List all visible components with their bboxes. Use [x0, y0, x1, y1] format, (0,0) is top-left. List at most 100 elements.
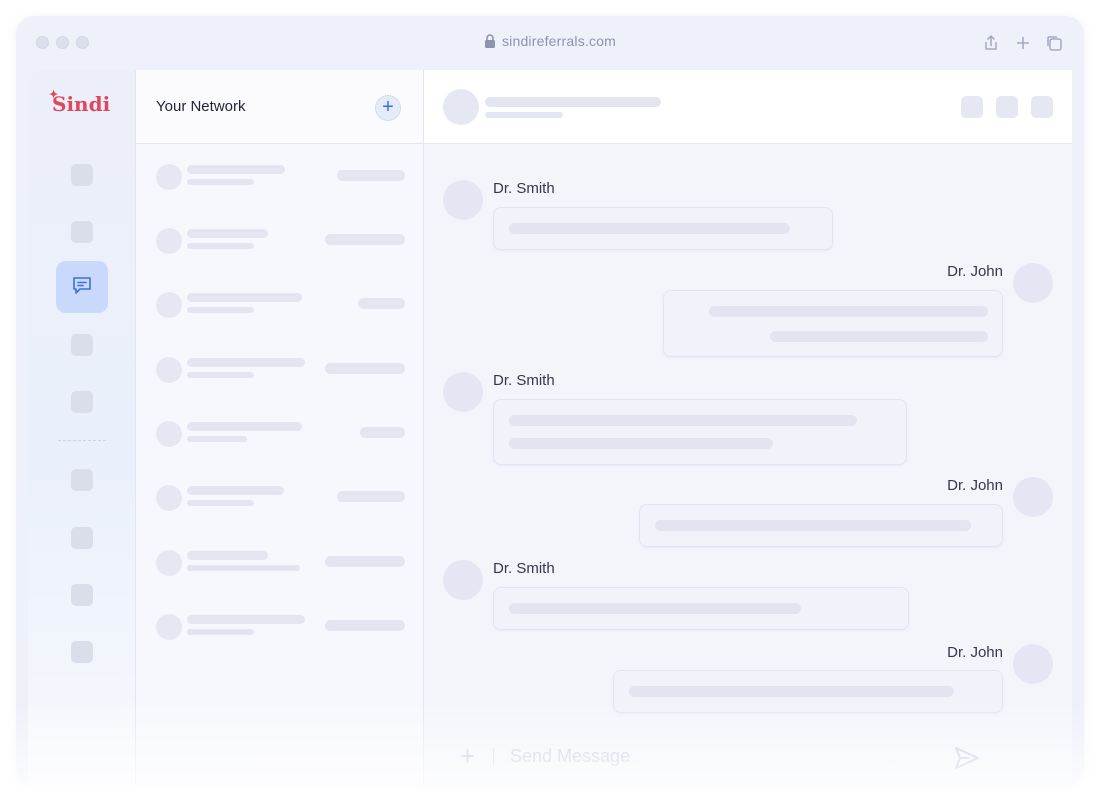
lock-icon	[484, 34, 496, 51]
message-text-placeholder	[509, 223, 790, 234]
composer-divider	[493, 748, 494, 766]
contact-list-item[interactable]	[136, 608, 424, 648]
sidebar-nav-item-2[interactable]	[71, 221, 93, 243]
url-text: sindireferrals.com	[501, 33, 617, 49]
sidebar-divider	[58, 440, 106, 441]
share-icon[interactable]	[982, 34, 1000, 52]
sender-avatar	[1013, 644, 1053, 684]
network-panel: Your Network +	[136, 70, 424, 786]
contact-meta-placeholder	[325, 556, 405, 567]
sidebar-nav-item-9[interactable]	[71, 641, 93, 663]
tabs-icon[interactable]	[1045, 34, 1063, 52]
contact-meta-placeholder	[325, 363, 405, 374]
message-bubble	[613, 670, 1003, 713]
chat-action-button-2[interactable]	[996, 96, 1018, 118]
contact-avatar	[156, 292, 182, 318]
address-bar[interactable]: sindireferrals.com	[16, 33, 1084, 51]
contact-meta-placeholder	[358, 298, 405, 309]
contact-name-placeholder	[187, 293, 302, 302]
message-bubble	[663, 290, 1003, 357]
message-text-placeholder	[709, 306, 988, 317]
sparkle-icon: ✦	[49, 88, 59, 101]
chat-contact-avatar	[443, 89, 479, 125]
sidebar-nav-item-4[interactable]	[71, 334, 93, 356]
sender-name: Dr. John	[947, 263, 1003, 280]
contact-detail-placeholder	[187, 307, 254, 313]
contact-detail-placeholder	[187, 565, 300, 571]
message-composer: + Send Message	[446, 732, 1052, 784]
message-bubble	[493, 399, 907, 465]
sidebar-nav-item-5[interactable]	[71, 391, 93, 413]
contact-name-placeholder	[187, 422, 302, 431]
contact-meta-placeholder	[360, 427, 405, 438]
contact-list-item[interactable]	[136, 544, 424, 584]
new-tab-icon[interactable]	[1014, 34, 1032, 52]
sender-avatar	[443, 372, 483, 412]
contact-avatar	[156, 550, 182, 576]
message-text-placeholder	[655, 520, 971, 531]
sidebar-nav-item-6[interactable]	[71, 469, 93, 491]
contact-name-placeholder	[187, 615, 305, 624]
message-input[interactable]: Send Message	[510, 746, 630, 767]
contact-name-placeholder	[187, 486, 284, 495]
sidebar-nav-item-1[interactable]	[71, 164, 93, 186]
contact-detail-placeholder	[187, 243, 254, 249]
contact-list-item[interactable]	[136, 351, 424, 391]
contact-name-placeholder	[187, 229, 268, 238]
sindi-logo[interactable]: ✦ Sindi	[49, 88, 111, 116]
browser-window: sindireferrals.com ✦ Sindi Your Network …	[16, 16, 1084, 786]
chat-action-button-1[interactable]	[961, 96, 983, 118]
contact-detail-placeholder	[187, 629, 254, 635]
contact-detail-placeholder	[187, 436, 247, 442]
sidebar-nav-item-8[interactable]	[71, 584, 93, 606]
sender-avatar	[443, 560, 483, 600]
contact-detail-placeholder	[187, 372, 254, 378]
contact-list-item[interactable]	[136, 286, 424, 326]
message-bubble	[493, 207, 833, 250]
contact-detail-placeholder	[187, 500, 254, 506]
contact-name-placeholder	[187, 551, 268, 560]
sender-name: Dr. Smith	[493, 372, 555, 389]
contact-avatar	[156, 485, 182, 511]
contact-name-placeholder	[187, 165, 285, 174]
send-icon[interactable]	[953, 744, 981, 772]
chat-header	[424, 70, 1072, 144]
brand-name: Sindi	[52, 92, 111, 116]
contact-detail-placeholder	[187, 179, 254, 185]
sender-name: Dr. Smith	[493, 560, 555, 577]
contact-avatar	[156, 421, 182, 447]
sender-avatar	[1013, 263, 1053, 303]
contact-list-item[interactable]	[136, 415, 424, 455]
chat-panel: Dr. Smith Dr. John Dr. Smith Dr. John Dr…	[424, 70, 1072, 786]
chat-action-button-3[interactable]	[1031, 96, 1053, 118]
contact-meta-placeholder	[325, 234, 405, 245]
message-text-placeholder	[509, 415, 857, 426]
message-text-placeholder	[509, 603, 801, 614]
contact-list-item[interactable]	[136, 479, 424, 519]
message-bubble	[493, 587, 909, 630]
sender-avatar	[1013, 477, 1053, 517]
contact-avatar	[156, 357, 182, 383]
sidebar-nav-item-messages[interactable]	[56, 261, 108, 313]
sender-name: Dr. John	[947, 644, 1003, 661]
attach-button[interactable]: +	[460, 743, 475, 769]
chat-icon	[71, 274, 93, 301]
contact-meta-placeholder	[325, 620, 405, 631]
message-text-placeholder	[509, 438, 773, 449]
contact-list-item[interactable]	[136, 222, 424, 262]
chat-contact-name-placeholder	[485, 97, 661, 107]
message-text-placeholder	[770, 331, 988, 342]
contact-avatar	[156, 164, 182, 190]
contact-avatar	[156, 228, 182, 254]
chat-contact-status-placeholder	[485, 112, 563, 118]
contact-meta-placeholder	[337, 491, 405, 502]
browser-titlebar: sindireferrals.com	[16, 16, 1084, 70]
contact-list-item[interactable]	[136, 158, 424, 198]
sidebar-nav-item-7[interactable]	[71, 527, 93, 549]
network-title: Your Network	[156, 98, 246, 115]
contact-avatar	[156, 614, 182, 640]
contact-meta-placeholder	[337, 170, 405, 181]
sender-name: Dr. Smith	[493, 180, 555, 197]
sender-name: Dr. John	[947, 477, 1003, 494]
add-contact-button[interactable]: +	[375, 95, 401, 121]
